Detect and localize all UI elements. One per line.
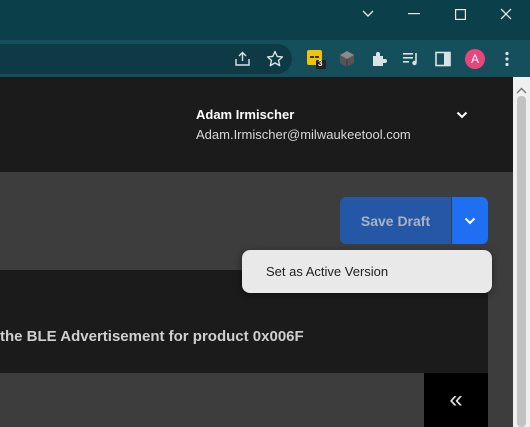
- product-description: the BLE Advertisement for product 0x006F: [0, 328, 304, 345]
- chevron-down-icon: [464, 217, 476, 224]
- minimize-button[interactable]: [391, 0, 437, 28]
- media-queue-icon[interactable]: [400, 48, 422, 70]
- scroll-up-arrow-icon[interactable]: [516, 82, 527, 94]
- set-active-version-menu-item[interactable]: Set as Active Version: [266, 264, 388, 279]
- scrollbar-thumb[interactable]: [517, 96, 526, 427]
- content-gutter: [488, 270, 513, 427]
- profile-initial: A: [465, 49, 485, 69]
- user-name: Adam Irmischer: [196, 107, 295, 122]
- side-panel-icon[interactable]: [432, 48, 454, 70]
- share-icon[interactable]: [232, 48, 254, 70]
- extension-cube-icon[interactable]: [336, 48, 358, 70]
- extension-yellow-icon[interactable]: 3: [305, 48, 327, 70]
- maximize-button[interactable]: [437, 0, 483, 28]
- close-button[interactable]: [483, 0, 529, 28]
- app-header: [0, 77, 513, 172]
- lower-panel: [0, 373, 424, 427]
- save-options-dropdown-button[interactable]: [452, 197, 488, 244]
- user-menu-chevron-icon[interactable]: [452, 106, 472, 124]
- collapse-panel-button[interactable]: «: [424, 373, 488, 427]
- save-draft-button[interactable]: Save Draft: [340, 197, 451, 244]
- profile-avatar[interactable]: A: [464, 48, 486, 70]
- extension-badge: 3: [318, 59, 323, 68]
- browser-menu-icon[interactable]: [496, 48, 518, 70]
- save-options-menu: Set as Active Version: [242, 250, 492, 293]
- user-email: Adam.Irmischer@milwaukeetool.com: [196, 127, 411, 142]
- extensions-puzzle-icon[interactable]: [368, 48, 390, 70]
- bookmark-star-icon[interactable]: [264, 48, 286, 70]
- tab-search-chevron-icon[interactable]: [345, 0, 391, 28]
